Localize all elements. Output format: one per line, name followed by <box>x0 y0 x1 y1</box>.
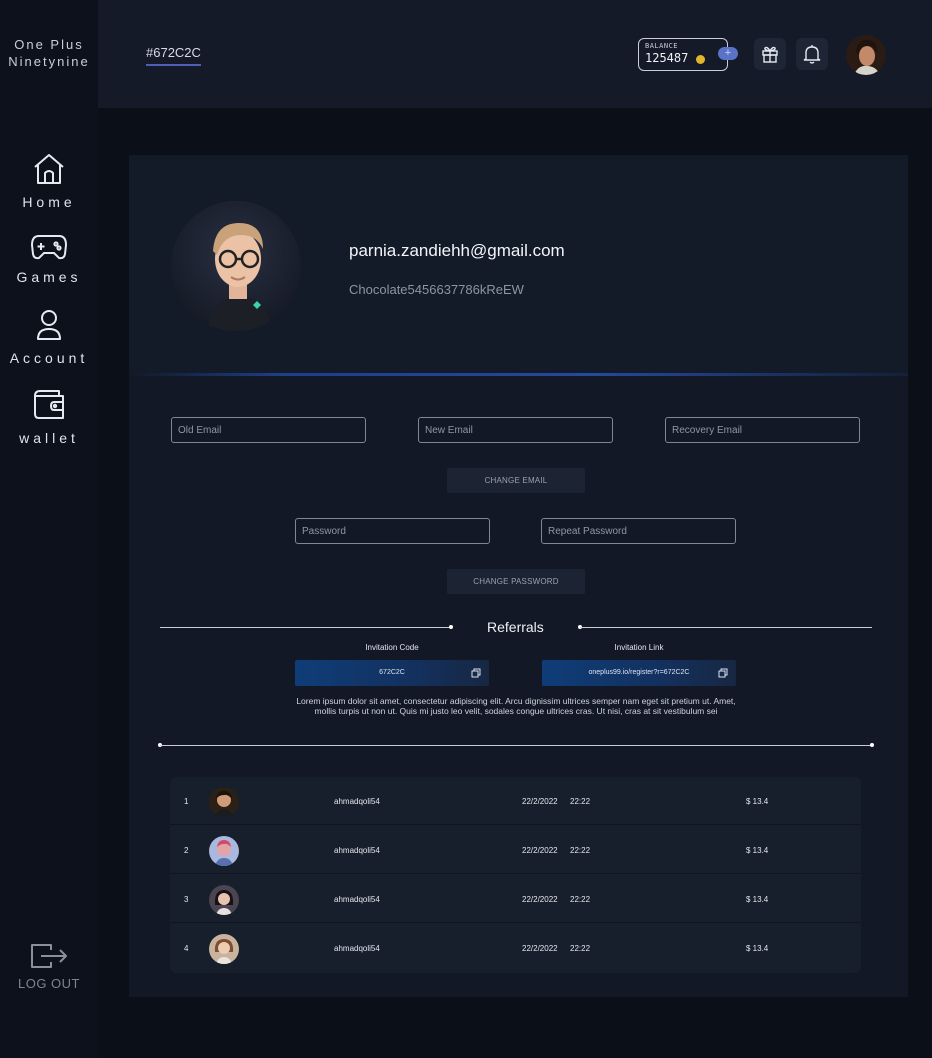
change-password-button[interactable]: CHANGE PASSWORD <box>447 569 585 594</box>
wallet-icon <box>34 390 64 419</box>
copy-icon[interactable] <box>718 668 728 678</box>
add-balance-button[interactable]: + <box>718 47 738 60</box>
change-email-button[interactable]: CHANGE EMAIL <box>447 468 585 493</box>
sidebar-item-wallet[interactable]: wallet <box>0 388 98 446</box>
row-rank: 1 <box>184 797 189 806</box>
row-amount: $ 13.4 <box>746 846 769 855</box>
sidebar-item-games[interactable]: Games <box>0 233 98 285</box>
row-rank: 3 <box>184 895 189 904</box>
home-icon <box>34 154 64 184</box>
balance-value: 125487 <box>645 51 689 65</box>
gamepad-icon <box>30 235 68 260</box>
referrals-bottom-divider <box>160 745 872 746</box>
row-date: 22/2/2022 <box>522 846 558 855</box>
row-avatar <box>209 934 239 964</box>
account-panel: parnia.zandiehh@gmail.com Chocolate54566… <box>127 155 908 997</box>
logout-label: LOG OUT <box>17 976 80 991</box>
table-row[interactable]: 1 ahmadqoli54 22/2/2022 22:22 $ 13.4 <box>170 777 861 825</box>
row-time: 22:22 <box>570 846 591 855</box>
notifications-button[interactable] <box>796 38 828 70</box>
row-time: 22:22 <box>570 797 591 806</box>
avatar-image <box>846 35 886 75</box>
row-avatar <box>209 787 239 817</box>
new-email-field[interactable] <box>418 417 613 443</box>
invitation-link-label: Invitation Link <box>614 643 664 652</box>
sidebar-item-label: Account <box>9 350 89 366</box>
section-divider <box>127 373 908 376</box>
password-field[interactable] <box>295 518 490 544</box>
top-header: #672C2C BALANCE 125487 + <box>98 0 932 108</box>
row-username: ahmadqoli54 <box>334 944 380 953</box>
row-rank: 4 <box>184 944 189 953</box>
header-code-tab[interactable]: #672C2C <box>146 45 201 66</box>
logout-icon <box>31 944 67 968</box>
row-amount: $ 13.4 <box>746 895 769 904</box>
invitation-code-value: 672C2C <box>379 669 405 676</box>
brand-line-2: Ninetynine <box>8 54 90 69</box>
invitation-code-label: Invitation Code <box>365 643 419 652</box>
invitation-code-box: 672C2C <box>295 660 489 686</box>
balance-label: BALANCE <box>645 42 679 50</box>
referrals-description: Lorem ipsum dolor sit amet, consectetur … <box>296 696 736 716</box>
row-date: 22/2/2022 <box>522 797 558 806</box>
sidebar-item-label: Home <box>22 194 76 210</box>
row-rank: 2 <box>184 846 189 855</box>
brand-logo[interactable]: One Plus Ninetynine <box>0 36 98 70</box>
divider-dot <box>449 625 453 629</box>
profile-avatar[interactable] <box>171 201 301 331</box>
table-row[interactable]: 2 ahmadqoli54 22/2/2022 22:22 $ 13.4 <box>170 826 861 874</box>
referrals-title: Referrals <box>487 619 544 635</box>
gift-button[interactable] <box>754 38 786 70</box>
referrals-table: 1 ahmadqoli54 22/2/2022 22:22 $ 13.4 2 a… <box>170 777 861 973</box>
balance-widget: BALANCE 125487 <box>638 38 728 71</box>
referrals-divider-right <box>580 627 872 628</box>
table-row[interactable]: 4 ahmadqoli54 22/2/2022 22:22 $ 13.4 <box>170 924 861 972</box>
invitation-link-value: oneplus99.io/register?r=672C2C <box>588 669 690 676</box>
user-icon <box>37 310 61 340</box>
profile-email: parnia.zandiehh@gmail.com <box>349 241 565 260</box>
referrals-divider-left <box>160 627 452 628</box>
coin-icon <box>696 55 705 64</box>
row-username: ahmadqoli54 <box>334 895 380 904</box>
old-email-field[interactable] <box>171 417 366 443</box>
gift-icon <box>762 46 778 63</box>
user-avatar[interactable] <box>846 35 886 75</box>
invitation-link-box: oneplus99.io/register?r=672C2C <box>542 660 736 686</box>
repeat-password-field[interactable] <box>541 518 736 544</box>
row-username: ahmadqoli54 <box>334 797 380 806</box>
brand-line-1: One Plus <box>14 37 84 52</box>
divider-dot <box>870 743 874 747</box>
table-row[interactable]: 3 ahmadqoli54 22/2/2022 22:22 $ 13.4 <box>170 875 861 923</box>
sidebar-item-label: Games <box>16 269 82 285</box>
recovery-email-field[interactable] <box>665 417 860 443</box>
logout-button[interactable]: LOG OUT <box>0 942 98 991</box>
sidebar-item-account[interactable]: Account <box>0 308 98 366</box>
row-time: 22:22 <box>570 944 591 953</box>
row-time: 22:22 <box>570 895 591 904</box>
row-username: ahmadqoli54 <box>334 846 380 855</box>
profile-section: parnia.zandiehh@gmail.com Chocolate54566… <box>129 155 908 373</box>
row-avatar <box>209 885 239 915</box>
sidebar: One Plus Ninetynine Home Games Account w… <box>0 0 98 1058</box>
row-amount: $ 13.4 <box>746 797 769 806</box>
row-date: 22/2/2022 <box>522 944 558 953</box>
profile-avatar-image <box>171 201 301 331</box>
sidebar-item-home[interactable]: Home <box>0 152 98 210</box>
row-avatar <box>209 836 239 866</box>
row-amount: $ 13.4 <box>746 944 769 953</box>
sidebar-item-label: wallet <box>19 430 79 446</box>
bell-icon <box>803 45 821 64</box>
copy-icon[interactable] <box>471 668 481 678</box>
profile-password: Chocolate5456637786kReEW <box>349 282 524 297</box>
row-date: 22/2/2022 <box>522 895 558 904</box>
